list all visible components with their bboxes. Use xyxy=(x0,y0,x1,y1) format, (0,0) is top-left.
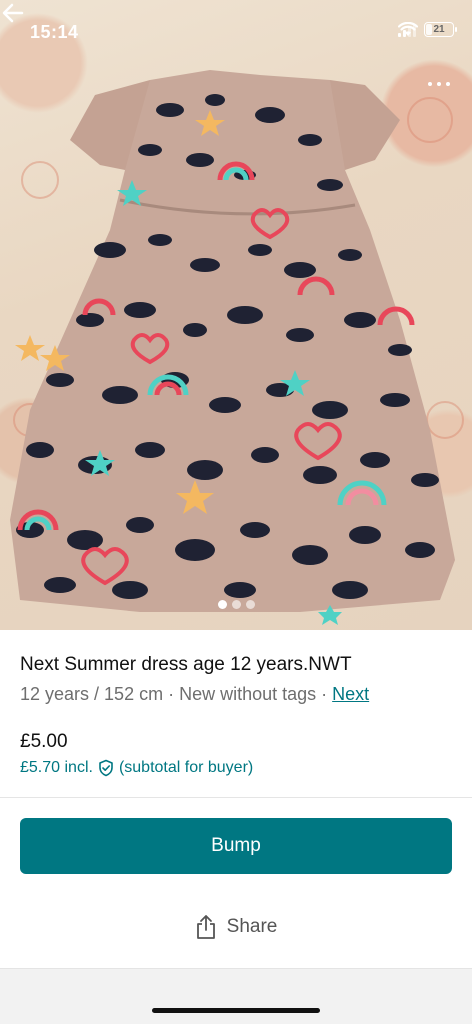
page-dot[interactable] xyxy=(245,600,255,609)
battery-icon: 21 xyxy=(424,22,457,37)
gallery-pagination[interactable] xyxy=(0,600,472,609)
status-bar: 15:14 21 xyxy=(0,0,472,64)
home-indicator[interactable] xyxy=(152,1008,320,1013)
status-time: 15:14 xyxy=(30,22,79,42)
separator: · xyxy=(163,684,180,704)
price: £5.00 xyxy=(20,731,68,752)
shield-check-icon[interactable] xyxy=(97,759,115,777)
dress-image xyxy=(10,70,464,625)
share-label: Share xyxy=(226,916,278,937)
condition-text: New without tags xyxy=(179,684,317,704)
listing-meta: 12 years / 152 cm · New without tags · N… xyxy=(20,684,452,705)
share-button[interactable]: Share xyxy=(0,914,472,940)
more-icon[interactable] xyxy=(428,82,450,86)
brand-link[interactable]: Next xyxy=(332,684,369,704)
bump-label: Bump xyxy=(211,835,261,856)
back-arrow-icon[interactable] xyxy=(0,0,26,26)
divider xyxy=(0,797,472,798)
status-icons: 21 xyxy=(398,22,457,37)
bottom-bar xyxy=(0,968,472,1024)
wifi-icon xyxy=(398,22,418,36)
bump-button[interactable]: Bump xyxy=(20,818,452,874)
share-icon xyxy=(196,915,215,939)
page-dot[interactable] xyxy=(217,600,227,609)
separator: · xyxy=(316,684,333,704)
size-text: 12 years / 152 cm xyxy=(20,684,164,704)
battery-level: 21 xyxy=(433,24,445,35)
listing-info: Next Summer dress age 12 years.NWT 12 ye… xyxy=(0,630,472,777)
buyer-price-note: (subtotal for buyer) xyxy=(118,759,254,776)
buyer-price-value: £5.70 incl. xyxy=(20,759,93,776)
product-photo[interactable]: 15:14 21 xyxy=(0,0,472,630)
page-dot[interactable] xyxy=(231,600,241,609)
listing-title: Next Summer dress age 12 years.NWT xyxy=(20,654,352,675)
buyer-price[interactable]: £5.70 incl. (subtotal for buyer) xyxy=(20,759,452,777)
